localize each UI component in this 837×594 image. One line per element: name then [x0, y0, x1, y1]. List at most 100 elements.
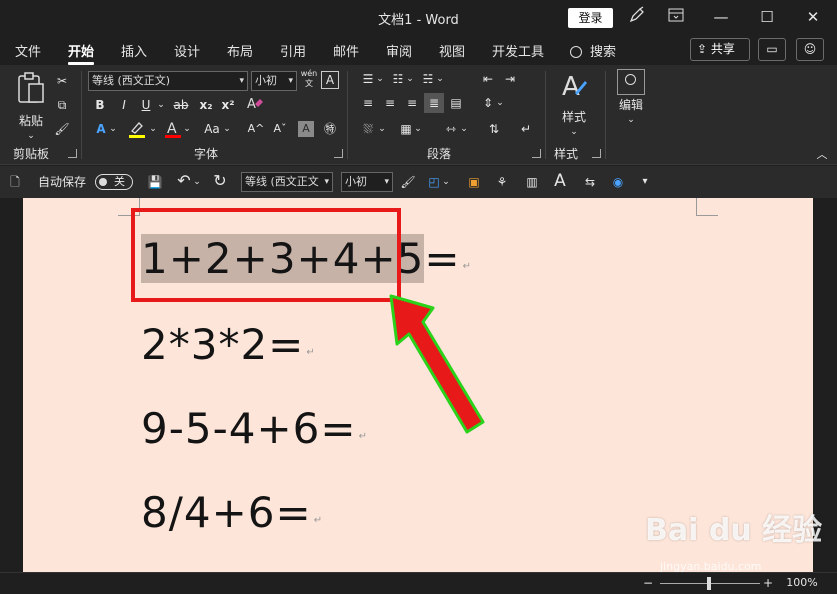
ribbon-display-icon[interactable] [664, 6, 688, 30]
bullets-icon[interactable]: ☰ [358, 69, 378, 89]
font-name-select[interactable]: 等线 (西文正文) ▾ [88, 71, 248, 91]
save-icon[interactable]: 💾 [145, 172, 165, 192]
increase-indent-icon[interactable]: ⇥ [500, 69, 520, 89]
phonetic-guide-button[interactable]: wén 文 [300, 69, 318, 89]
asian-layout-icon[interactable]: ⇿ [440, 119, 462, 139]
chevron-down-icon[interactable]: ⌄ [182, 119, 192, 139]
line-spacing-icon[interactable]: ⇕ [478, 93, 498, 113]
chevron-down-icon[interactable]: ⌄ [222, 119, 232, 139]
zoom-out-button[interactable]: − [640, 573, 656, 593]
character-border-button[interactable]: A [321, 71, 339, 89]
customize-qat-icon[interactable]: ▾ [638, 172, 652, 192]
font-color-button[interactable]: A [162, 119, 184, 145]
wrap-text-icon[interactable]: ⇆ [580, 172, 600, 192]
enclose-characters-icon[interactable]: ㊕ [320, 119, 340, 139]
tab-view[interactable]: 视图 [439, 41, 465, 60]
search-box[interactable]: 搜索 [570, 41, 616, 60]
borders-icon[interactable]: ▦ [396, 119, 416, 139]
font-launcher-icon[interactable] [334, 149, 343, 158]
picture-icon[interactable]: ▣ [464, 172, 484, 192]
sort-icon[interactable]: ⇅ [484, 119, 504, 139]
undo-icon[interactable]: ↶ [174, 171, 194, 191]
qat-font-name-select[interactable]: 等线 (西文正文 ▾ [241, 172, 333, 192]
chevron-down-icon[interactable]: ⌄ [496, 93, 504, 113]
minimize-button[interactable]: — [698, 0, 744, 35]
document-line-3[interactable]: 9-5-4+6= ↵ [141, 404, 367, 453]
chevron-down-icon[interactable]: ⌄ [193, 172, 201, 192]
pen-icon[interactable] [625, 6, 649, 30]
document-line-4[interactable]: 8/4+6= ↵ [141, 488, 322, 537]
tab-mailings[interactable]: 邮件 [333, 41, 359, 60]
zoom-slider-thumb[interactable] [707, 577, 711, 590]
login-button[interactable]: 登录 [568, 8, 613, 28]
numbering-icon[interactable]: ☷ [388, 69, 408, 89]
zoom-level[interactable]: 100% [780, 573, 824, 593]
chevron-down-icon[interactable]: ⌄ [148, 119, 158, 139]
close-button[interactable]: ✕ [790, 0, 836, 35]
subscript-button[interactable]: x₂ [196, 95, 216, 115]
shrink-font-button[interactable]: Aˇ [270, 119, 290, 139]
show-marks-icon[interactable]: ↵ [516, 119, 536, 139]
comments-button[interactable]: ▭ [758, 38, 786, 61]
autosave-toggle[interactable]: 关 [95, 174, 133, 190]
character-shading-button[interactable]: A [298, 121, 314, 137]
redo-icon[interactable]: ↻ [210, 171, 230, 191]
editing-button[interactable]: 编辑 ⌄ [614, 69, 648, 137]
chevron-down-icon[interactable]: ⌄ [108, 119, 118, 139]
chevron-down-icon[interactable]: ⌄ [406, 69, 414, 89]
decrease-indent-icon[interactable]: ⇤ [478, 69, 498, 89]
tab-review[interactable]: 审阅 [386, 41, 412, 60]
tab-file[interactable]: 文件 [15, 41, 41, 60]
chevron-down-icon[interactable]: ⌄ [414, 119, 422, 139]
copy-icon[interactable]: ⧉ [52, 95, 72, 115]
format-painter-icon[interactable]: 🖌 [52, 119, 72, 139]
multilevel-list-icon[interactable]: ☵ [418, 69, 438, 89]
chevron-down-icon[interactable]: ⌄ [376, 69, 384, 89]
align-left-icon[interactable]: ≡ [358, 93, 378, 113]
feedback-button[interactable]: ☺ [796, 38, 824, 61]
circle-icon[interactable]: ◉ [608, 172, 628, 192]
tab-insert[interactable]: 插入 [121, 41, 147, 60]
paste-button[interactable]: 粘贴 ⌄ [14, 71, 48, 141]
chevron-down-icon[interactable]: ⌄ [436, 69, 444, 89]
cut-icon[interactable]: ✂ [52, 71, 72, 91]
grow-font-button[interactable]: A^ [246, 119, 266, 139]
align-center-icon[interactable]: ≡ [380, 93, 400, 113]
styles-button[interactable]: A 样式 ⌄ [556, 71, 592, 139]
paragraph-launcher-icon[interactable] [532, 149, 541, 158]
change-case-button[interactable]: Aa [200, 119, 224, 139]
strikethrough-button[interactable]: ab [170, 95, 192, 115]
chevron-down-icon[interactable]: ⌄ [378, 119, 386, 139]
tab-references[interactable]: 引用 [280, 41, 306, 60]
shapes-icon[interactable]: ◰ [424, 172, 444, 192]
document-line-2[interactable]: 2*3*2= ↵ [141, 320, 315, 369]
bold-button[interactable]: B [90, 95, 110, 115]
superscript-button[interactable]: x² [218, 95, 238, 115]
styles-launcher-icon[interactable] [592, 149, 601, 158]
underline-button[interactable]: U [136, 95, 156, 115]
text-box-icon[interactable]: ▥ [522, 172, 542, 192]
tab-developer[interactable]: 开发工具 [492, 41, 544, 60]
maximize-button[interactable]: ☐ [744, 0, 790, 35]
chevron-down-icon[interactable]: ⌄ [442, 172, 450, 192]
qat-font-size-select[interactable]: 小初 ▾ [341, 172, 393, 192]
collapse-ribbon-icon[interactable]: ︿ [815, 149, 829, 161]
tab-design[interactable]: 设计 [174, 41, 200, 60]
font-size-select[interactable]: 小初 ▾ [251, 71, 297, 91]
tab-home[interactable]: 开始 [68, 41, 95, 65]
italic-button[interactable]: I [114, 95, 134, 115]
clipboard-launcher-icon[interactable] [68, 149, 77, 158]
tab-layout[interactable]: 布局 [227, 41, 253, 60]
document-icon[interactable]: 🗋 [6, 172, 24, 192]
text-a-icon[interactable]: A [550, 171, 570, 191]
clear-formatting-icon[interactable]: A [244, 95, 266, 117]
distributed-icon[interactable]: ▤ [446, 93, 466, 113]
shading-icon[interactable]: ⛆ [358, 119, 378, 139]
format-painter-icon[interactable]: 🖌 [398, 172, 418, 192]
highlight-color-button[interactable] [126, 119, 148, 145]
share-button[interactable]: ⇪ 共享 [690, 38, 750, 61]
zoom-in-button[interactable]: + [760, 573, 776, 593]
read-aloud-icon[interactable]: ⚘ [492, 172, 512, 192]
align-right-icon[interactable]: ≡ [402, 93, 422, 113]
chevron-down-icon[interactable]: ⌄ [156, 95, 166, 115]
